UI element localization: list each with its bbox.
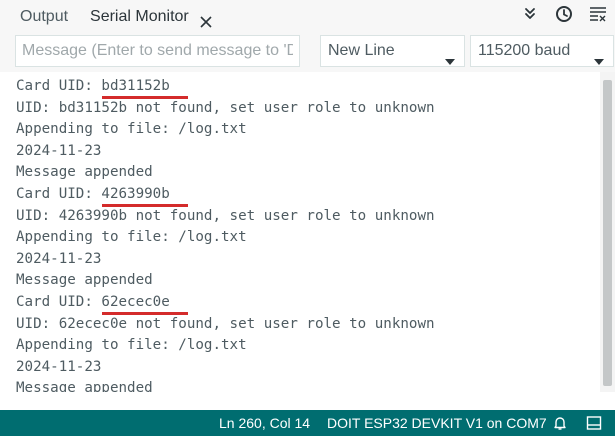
serial-output[interactable]: Card UID: bd31152b UID: bd31152b not fou… xyxy=(0,72,600,392)
baud-rate-select[interactable]: 115200 baud xyxy=(470,35,614,67)
toggle-autoscroll-button[interactable] xyxy=(513,0,547,32)
panel-tab-bar: Output Serial Monitor xyxy=(0,0,615,32)
output-line: Card UID: 4263990b xyxy=(16,186,170,202)
close-icon[interactable] xyxy=(199,9,213,28)
uid-highlight-underline xyxy=(102,96,188,99)
output-scrollbar[interactable] xyxy=(600,72,615,392)
output-line: 2024-11-23 xyxy=(16,251,102,267)
tab-output-label: Output xyxy=(20,7,69,25)
output-line: Card UID: 62ecec0e xyxy=(16,294,170,310)
output-line: 2024-11-23 xyxy=(16,359,102,375)
message-input[interactable] xyxy=(15,35,300,67)
scrollbar-thumb[interactable] xyxy=(603,80,612,386)
output-line: UID: 4263990b not found, set user role t… xyxy=(16,208,435,224)
tab-actions xyxy=(513,0,615,32)
output-line: Appending to file: /log.txt xyxy=(16,229,247,245)
baud-rate-value: 115200 baud xyxy=(478,42,571,59)
output-line: 2024-11-23 xyxy=(16,143,102,159)
output-line: Message appended xyxy=(16,164,153,180)
double-chevron-down-icon xyxy=(523,7,537,26)
output-line: Message appended xyxy=(16,380,153,392)
output-line: Card UID: bd31152b xyxy=(16,78,170,94)
clock-icon xyxy=(555,5,573,28)
output-line: Message appended xyxy=(16,272,153,288)
caret-down-icon xyxy=(593,47,605,65)
output-line: UID: bd31152b not found, set user role t… xyxy=(16,100,435,116)
serial-monitor-panel: Output Serial Monitor Message (Enter to … xyxy=(0,0,615,436)
cursor-position[interactable]: Ln 260, Col 14 xyxy=(219,410,310,436)
caret-down-icon xyxy=(444,47,456,65)
toggle-timestamp-button[interactable] xyxy=(547,0,581,32)
tab-output[interactable]: Output xyxy=(0,0,78,32)
line-ending-value: New Line xyxy=(328,42,395,59)
serial-toolbar: New Line 115200 baud xyxy=(0,32,615,72)
status-bar: Ln 260, Col 14 DOIT ESP32 DEVKIT V1 on C… xyxy=(0,410,615,436)
tab-serial-monitor-label: Serial Monitor xyxy=(90,7,189,25)
output-line: Appending to file: /log.txt xyxy=(16,121,247,137)
board-selector[interactable]: DOIT ESP32 DEVKIT V1 on COM7 xyxy=(327,410,547,436)
output-line: UID: 62ecec0e not found, set user role t… xyxy=(16,316,435,332)
tab-serial-monitor[interactable]: Serial Monitor xyxy=(78,0,221,32)
uid-highlight-underline xyxy=(102,312,188,315)
uid-highlight-underline xyxy=(102,204,188,207)
clear-output-button[interactable] xyxy=(581,0,615,32)
line-ending-select[interactable]: New Line xyxy=(320,35,465,67)
panel-icon[interactable] xyxy=(586,415,602,431)
output-line: Appending to file: /log.txt xyxy=(16,337,247,353)
bell-icon[interactable] xyxy=(552,415,568,431)
clear-output-icon xyxy=(589,6,607,27)
